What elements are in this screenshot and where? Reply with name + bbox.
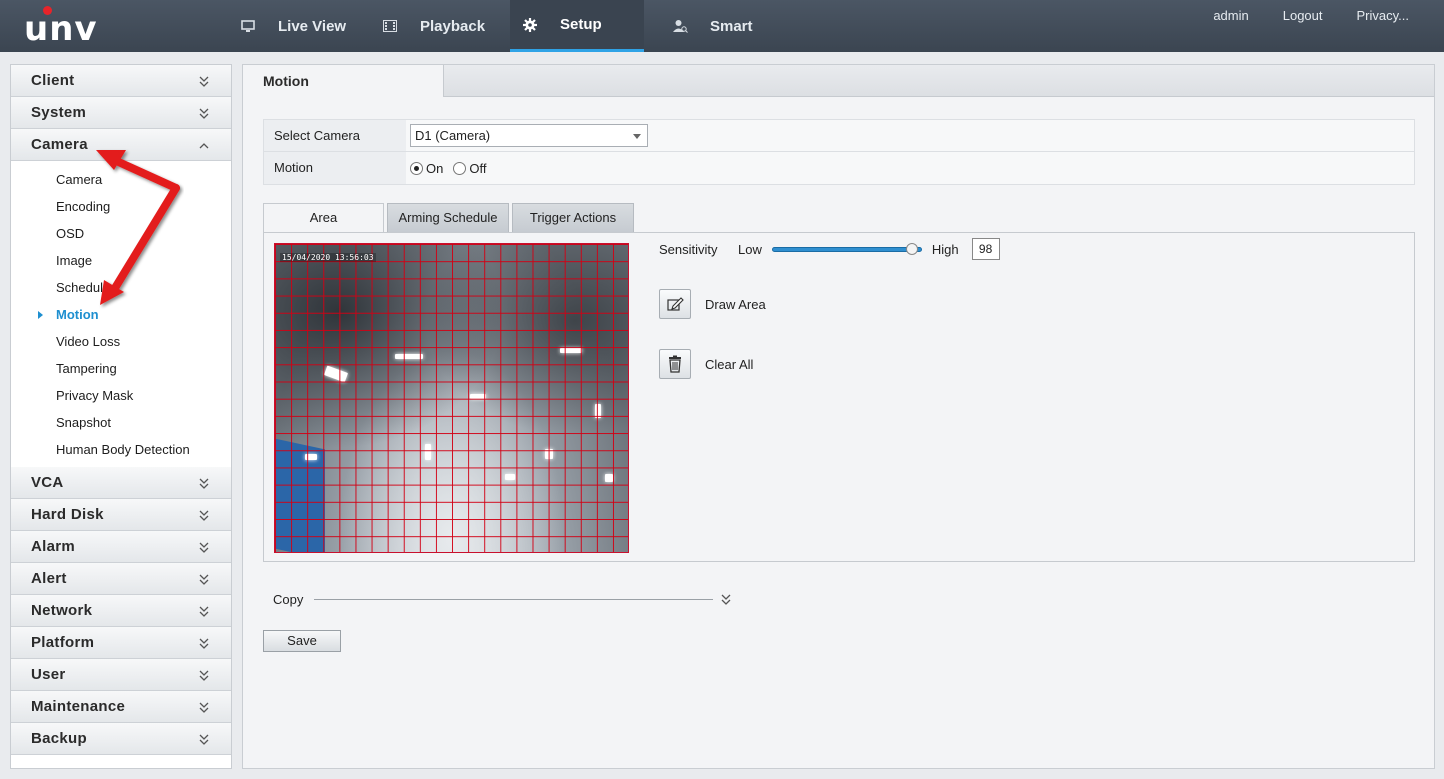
- sidebar-section-alert[interactable]: Alert: [11, 563, 231, 595]
- motion-off-radio[interactable]: Off: [453, 161, 486, 176]
- sidebar-section-network[interactable]: Network: [11, 595, 231, 627]
- sidebar-section-hard-disk[interactable]: Hard Disk: [11, 499, 231, 531]
- slider-handle[interactable]: [906, 242, 919, 255]
- main-nav: Live View Playback Setup Smart: [228, 0, 800, 52]
- main-panel: Motion Select Camera D1 (Camera) Motion …: [242, 64, 1435, 769]
- motion-row: Motion On Off: [264, 152, 1414, 184]
- motion-label: Motion: [264, 152, 406, 184]
- motion-detection-grid[interactable]: [275, 244, 628, 552]
- sidebar-section-alarm[interactable]: Alarm: [11, 531, 231, 563]
- sidebar-section-vca[interactable]: VCA: [11, 467, 231, 499]
- monitor-icon: [240, 18, 256, 34]
- sidebar-item-camera[interactable]: Camera: [11, 166, 231, 193]
- save-button[interactable]: Save: [263, 630, 341, 652]
- tab-area[interactable]: Area: [263, 203, 384, 233]
- chevron-up-icon: [199, 142, 209, 148]
- chevron-down-icon: [199, 606, 209, 617]
- copy-section[interactable]: Copy: [273, 589, 733, 609]
- sidebar-item-osd[interactable]: OSD: [11, 220, 231, 247]
- top-links: admin Logout Privacy...: [1179, 8, 1409, 23]
- area-tab-panel: 15/04/2020 13:56:03 Sensitivity Low High…: [263, 232, 1415, 562]
- sidebar-item-image[interactable]: Image: [11, 247, 231, 274]
- sidebar-section-backup[interactable]: Backup: [11, 723, 231, 755]
- sidebar-section-client[interactable]: Client: [11, 65, 231, 97]
- nav-live-view[interactable]: Live View: [228, 0, 370, 52]
- sidebar-item-tampering[interactable]: Tampering: [11, 355, 231, 382]
- chevron-down-icon: [199, 702, 209, 713]
- motion-form: Select Camera D1 (Camera) Motion On Off: [263, 119, 1415, 185]
- sidebar-section-camera[interactable]: Camera: [11, 129, 231, 161]
- chevron-down-icon: [199, 734, 209, 745]
- chevron-down-icon: [199, 670, 209, 681]
- chevron-down-icon: [199, 638, 209, 649]
- camera-select[interactable]: D1 (Camera): [410, 124, 648, 147]
- chevron-down-icon: [199, 510, 209, 521]
- page-title: Motion: [243, 65, 444, 97]
- sidebar: Client System Camera Camera Encoding OSD…: [10, 64, 232, 769]
- chevron-down-icon: [199, 542, 209, 553]
- sidebar-item-snapshot[interactable]: Snapshot: [11, 409, 231, 436]
- sidebar-section-user[interactable]: User: [11, 659, 231, 691]
- sidebar-item-encoding[interactable]: Encoding: [11, 193, 231, 220]
- sidebar-section-system[interactable]: System: [11, 97, 231, 129]
- chevron-down-icon: [199, 76, 209, 87]
- copy-label: Copy: [273, 591, 304, 607]
- sensitivity-label: Sensitivity: [659, 241, 718, 257]
- nav-playback[interactable]: Playback: [370, 0, 510, 52]
- sensitivity-low-label: Low: [738, 241, 762, 257]
- sensitivity-value-input[interactable]: 98: [971, 238, 1000, 260]
- draw-pencil-icon: [659, 289, 691, 319]
- person-search-icon: [672, 18, 688, 34]
- unv-logo: unv: [24, 6, 98, 49]
- privacy-link[interactable]: Privacy...: [1357, 8, 1410, 23]
- tab-arming-schedule[interactable]: Arming Schedule: [387, 203, 509, 232]
- sidebar-item-schedule[interactable]: Schedule: [11, 274, 231, 301]
- sensitivity-high-label: High: [931, 241, 959, 257]
- nav-setup[interactable]: Setup: [510, 0, 644, 52]
- gear-icon: [522, 17, 538, 33]
- chevron-down-icon[interactable]: [719, 592, 733, 606]
- sensitivity-slider[interactable]: [771, 242, 922, 255]
- trash-icon: [659, 349, 691, 379]
- preview-timestamp: 15/04/2020 13:56:03: [280, 253, 376, 262]
- draw-area-button[interactable]: Draw Area: [659, 289, 766, 319]
- motion-on-radio[interactable]: On: [410, 161, 443, 176]
- sidebar-item-video-loss[interactable]: Video Loss: [11, 328, 231, 355]
- tab-trigger-actions[interactable]: Trigger Actions: [512, 203, 634, 232]
- motion-tabs: Area Arming Schedule Trigger Actions: [263, 203, 637, 233]
- copy-divider: [314, 598, 713, 600]
- camera-submenu: Camera Encoding OSD Image Schedule Motio…: [11, 161, 231, 467]
- film-icon: [382, 18, 398, 34]
- sidebar-item-human-body-detection[interactable]: Human Body Detection: [11, 436, 231, 463]
- main-header: Motion: [243, 65, 1434, 97]
- sensitivity-control: Sensitivity Low High 98: [659, 237, 1000, 261]
- logout-link[interactable]: Logout: [1283, 8, 1323, 23]
- user-link[interactable]: admin: [1213, 8, 1248, 23]
- sidebar-section-maintenance[interactable]: Maintenance: [11, 691, 231, 723]
- chevron-down-icon: [199, 478, 209, 489]
- clear-all-button[interactable]: Clear All: [659, 349, 753, 379]
- chevron-down-icon: [199, 108, 209, 119]
- chevron-down-icon: [199, 574, 209, 585]
- top-bar: unv Live View Playback Setup Smart admin…: [0, 0, 1444, 52]
- sidebar-item-motion[interactable]: Motion: [11, 301, 231, 328]
- camera-preview[interactable]: 15/04/2020 13:56:03: [274, 243, 629, 553]
- nav-smart[interactable]: Smart: [660, 0, 800, 52]
- sidebar-section-platform[interactable]: Platform: [11, 627, 231, 659]
- select-camera-row: Select Camera D1 (Camera): [264, 120, 1414, 152]
- sidebar-item-privacy-mask[interactable]: Privacy Mask: [11, 382, 231, 409]
- select-camera-label: Select Camera: [264, 120, 406, 151]
